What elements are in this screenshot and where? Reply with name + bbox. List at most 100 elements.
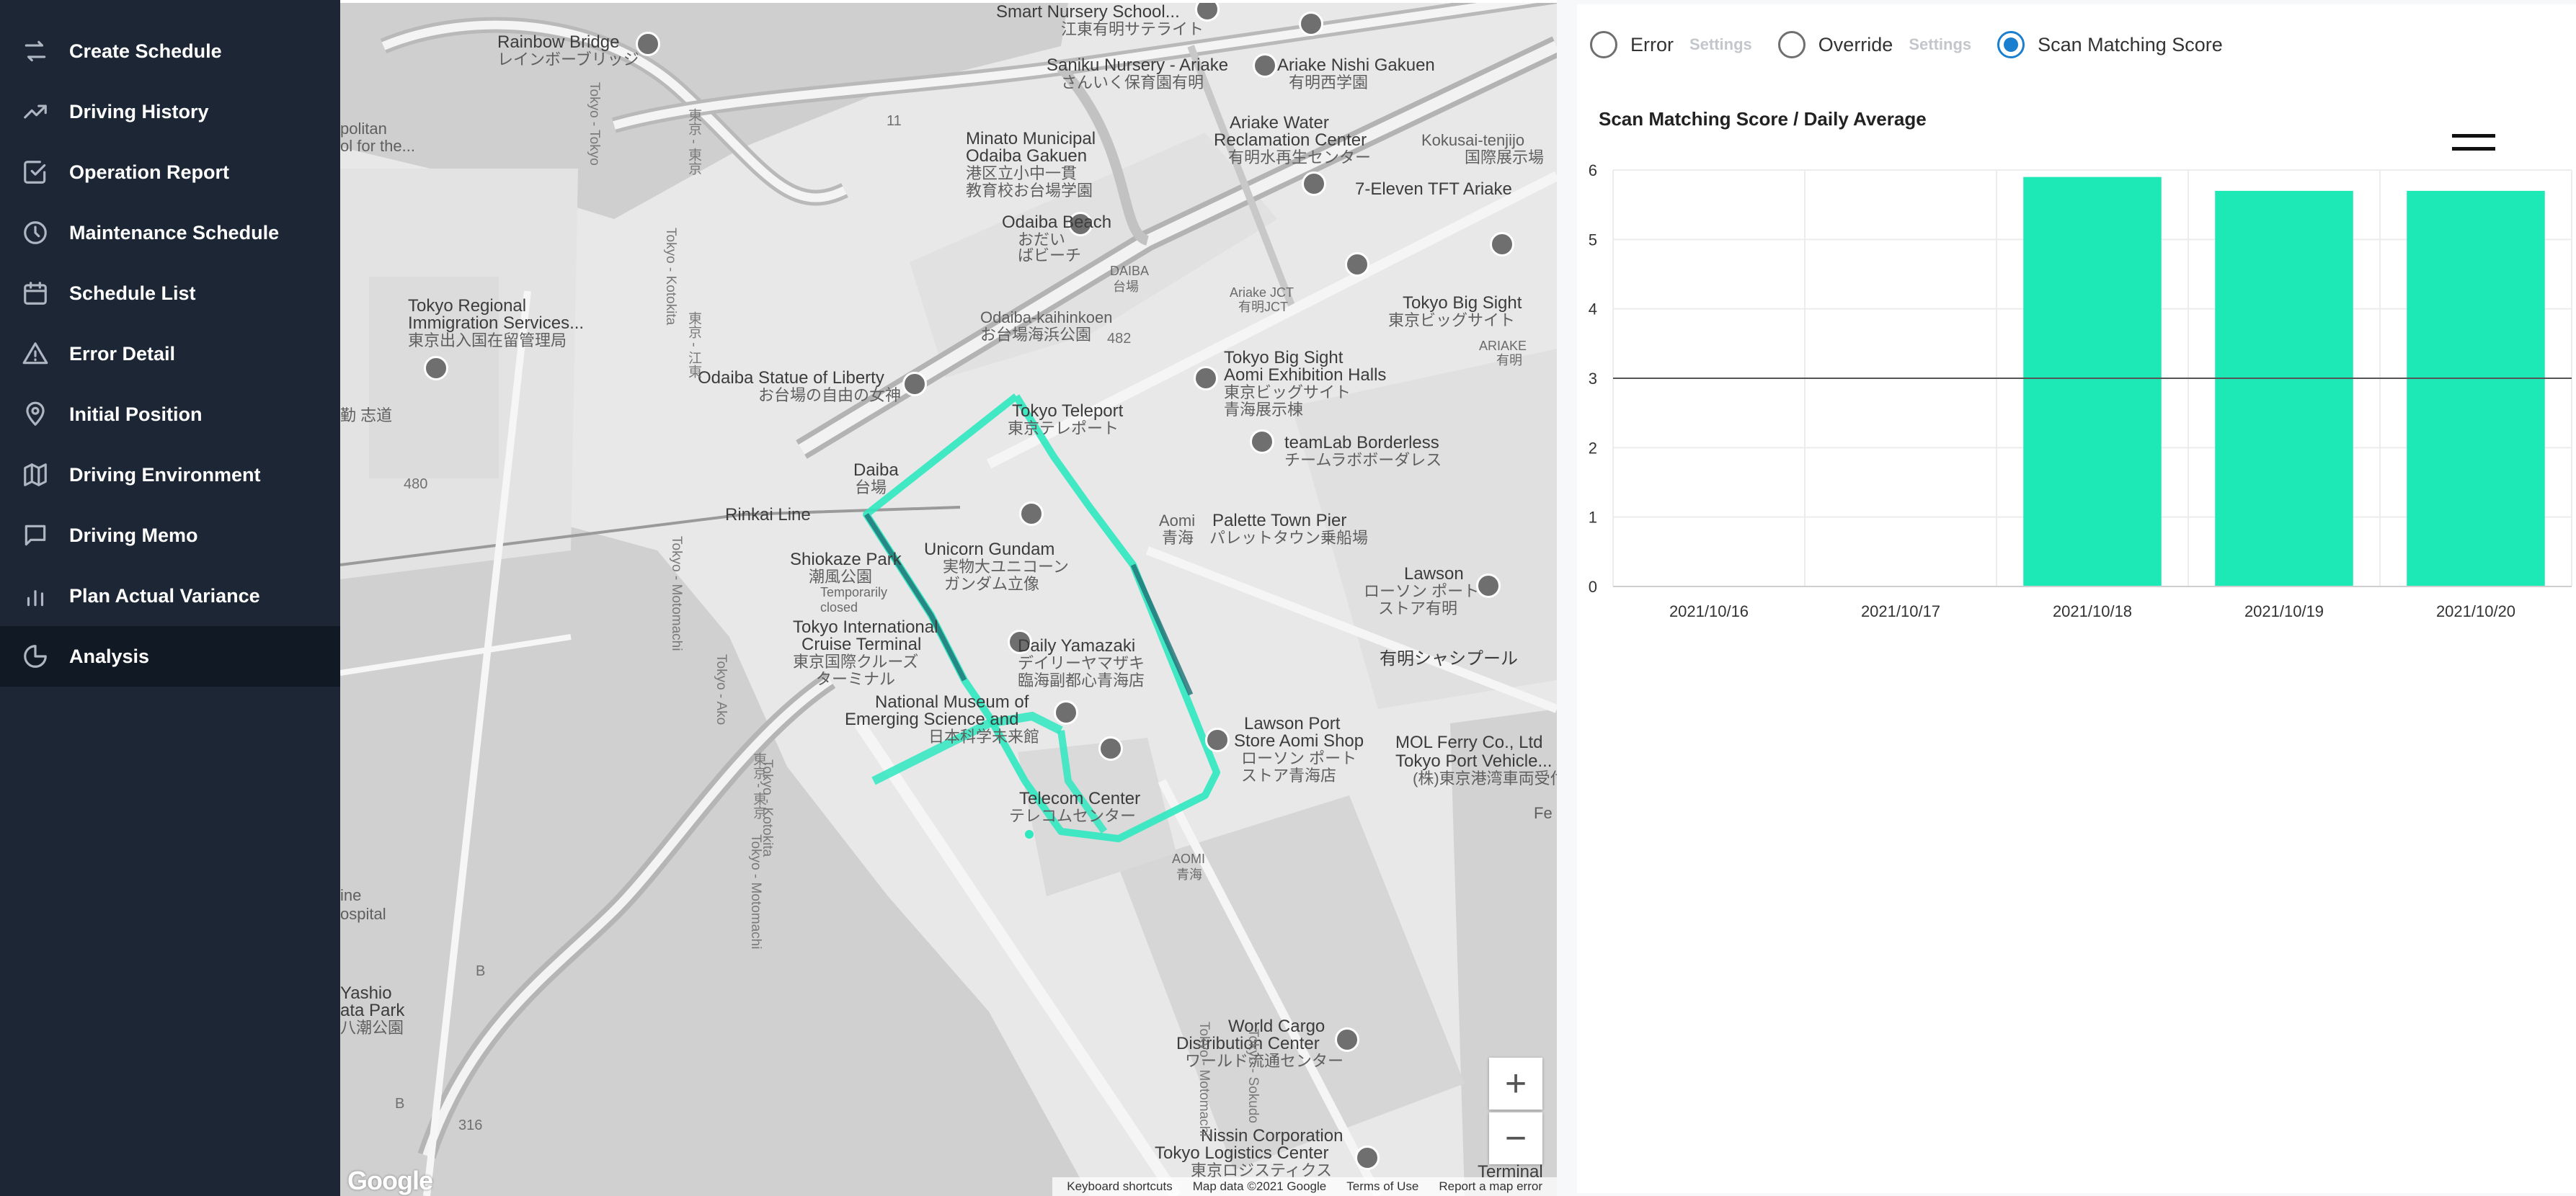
map-label: Odaiba-kaihinkoen [980,308,1113,326]
school-poi-icon[interactable] [1299,12,1323,36]
scan-matching-score-radio[interactable] [1997,31,2025,58]
zoom-in-button[interactable]: + [1489,1058,1542,1110]
override-radio-label[interactable]: Override [1818,34,1893,56]
sidebar-item-initial-position[interactable]: Initial Position [0,384,340,445]
map-data-text: Map data ©2021 Google [1192,1179,1327,1193]
map-label: 日本科学未来館 [928,728,1040,746]
sidebar-item-driving-environment[interactable]: Driving Environment [0,445,340,505]
street-label: 東京 - 東京 [751,752,766,819]
y-tick-label: 6 [1589,161,1597,179]
street-label: 東京 - 東京 [686,108,701,175]
scan-matching-score-radio-label[interactable]: Scan Matching Score [2038,34,2223,56]
map-label: 青海展示棟 [1224,401,1304,419]
map-icon [19,458,52,491]
location-poi-icon[interactable] [1302,171,1326,196]
location-poi-icon[interactable] [424,356,448,380]
landmark-poi-icon[interactable] [1345,252,1369,277]
sidebar-item-label: Analysis [69,645,150,667]
sidebar-item-maintenance-schedule[interactable]: Maintenance Schedule [0,202,340,263]
map-label: Tokyo Port Vehicle... [1395,751,1553,771]
map-label: Shiokaze Park [790,550,902,569]
map-label: ローソン ポート [1241,749,1357,767]
location-poi-icon[interactable] [1019,501,1044,526]
sidebar-item-operation-report[interactable]: Operation Report [0,142,340,202]
map-label: Odaiba Gakuen [966,146,1088,166]
sidebar-item-label: Plan Actual Variance [69,584,260,607]
sidebar-item-driving-history[interactable]: Driving History [0,81,340,142]
error-radio-label[interactable]: Error [1630,34,1674,56]
map-label: ospital [340,905,386,923]
map-label: 台場 [855,478,887,496]
map-label: Rainbow Bridge [497,32,620,52]
map-label: Tokyo Big Sight [1403,293,1522,313]
error-settings-link[interactable]: Settings [1689,35,1752,54]
map-label: ストア青海店 [1241,767,1337,785]
map-label: politan [340,120,387,138]
sidebar-item-create-schedule[interactable]: Create Schedule [0,21,340,81]
metric-selector: Error Settings Override Settings Scan Ma… [1590,24,2239,65]
map-label: 勤 志道 [340,406,393,424]
map-attribution: Keyboard shortcuts Map data ©2021 Google… [1052,1177,1557,1196]
map-label: 東京国際クルーズ [793,653,919,671]
report-map-error-link[interactable]: Report a map error [1439,1179,1542,1194]
map-label: Nissin Corporation [1201,1126,1343,1146]
map-label: Cruise Terminal [801,635,922,654]
road-label: 316 [458,1117,483,1133]
map-label: 臨海副都心青海店 [1018,671,1145,690]
landmark-poi-icon[interactable] [1194,366,1218,391]
shop-poi-icon[interactable] [1476,574,1501,598]
sidebar-item-label: Operation Report [69,161,230,183]
map-label: ine [340,886,362,904]
map-label: 教育校お台場学園 [966,182,1093,200]
map-label: Immigration Services... [408,313,585,333]
bar [2407,190,2545,586]
map-label: 東京ビッグサイト [1388,311,1516,329]
sidebar-item-driving-memo[interactable]: Driving Memo [0,505,340,566]
map-label: 八潮公園 [340,1019,404,1037]
map-label: Odaiba Statue of Liberty [698,368,884,388]
museum-poi-icon[interactable] [1250,429,1274,454]
landmark-poi-icon[interactable] [636,32,660,56]
override-radio[interactable] [1777,31,1806,58]
map-label: 有明JCT [1238,300,1288,314]
map-label: 青海 [1162,529,1194,547]
error-radio[interactable] [1590,31,1617,58]
location-poi-icon[interactable] [1335,1027,1359,1052]
map-label: Kokusai-tenjijo [1421,131,1525,149]
sidebar-item-label: Error Detail [69,342,176,365]
school-poi-icon[interactable] [1253,53,1277,78]
map-label: 江東有明サテライト [1061,20,1204,38]
sidebar-item-schedule-list[interactable]: Schedule List [0,263,340,323]
x-tick-label: 2021/10/19 [2244,602,2324,620]
map-label: Ariake Water [1230,113,1329,133]
chart-card: Error Settings Override Settings Scan Ma… [1577,4,2576,1193]
map-label: Minato Municipal [966,129,1096,148]
museum-poi-icon[interactable] [1054,700,1078,725]
school-poi-icon[interactable] [1098,736,1123,761]
shop-poi-icon[interactable] [1490,232,1514,256]
street-label: Tokyo - Kotokita [663,228,678,326]
map-label: 港区立小中一貫 [966,164,1078,182]
location-poi-icon[interactable] [1355,1146,1380,1170]
map-label: ata Park [340,1001,405,1020]
map-label: World Cargo [1228,1017,1325,1036]
map-view[interactable]: Rainbow Bridge レインボーブリッジ Smart Nursery S… [340,3,1557,1196]
keyboard-shortcuts-link[interactable]: Keyboard shortcuts [1067,1179,1172,1194]
override-settings-link[interactable]: Settings [1909,35,1971,54]
map-label: Tokyo Logistics Center [1155,1143,1329,1163]
map-label: MOL Ferry Co., Ltd [1395,733,1543,752]
sidebar-item-analysis[interactable]: Analysis [0,626,340,687]
sidebar-item-plan-actual-variance[interactable]: Plan Actual Variance [0,566,340,626]
y-tick-label: 0 [1589,578,1597,596]
location-poi-icon[interactable] [902,372,927,396]
map-label: Saniku Nursery - Ariake [1047,55,1229,75]
road-label: 11 [887,113,902,129]
clock-icon [19,216,52,249]
shop-poi-icon[interactable] [1205,728,1230,752]
map-label: テレコムセンター [1009,807,1137,825]
map-label: Lawson [1404,564,1464,584]
map-label: パレットタウン乗船場 [1209,529,1369,547]
sidebar-item-error-detail[interactable]: Error Detail [0,323,340,384]
zoom-out-button[interactable]: − [1489,1112,1542,1164]
terms-of-use-link[interactable]: Terms of Use [1346,1179,1418,1194]
